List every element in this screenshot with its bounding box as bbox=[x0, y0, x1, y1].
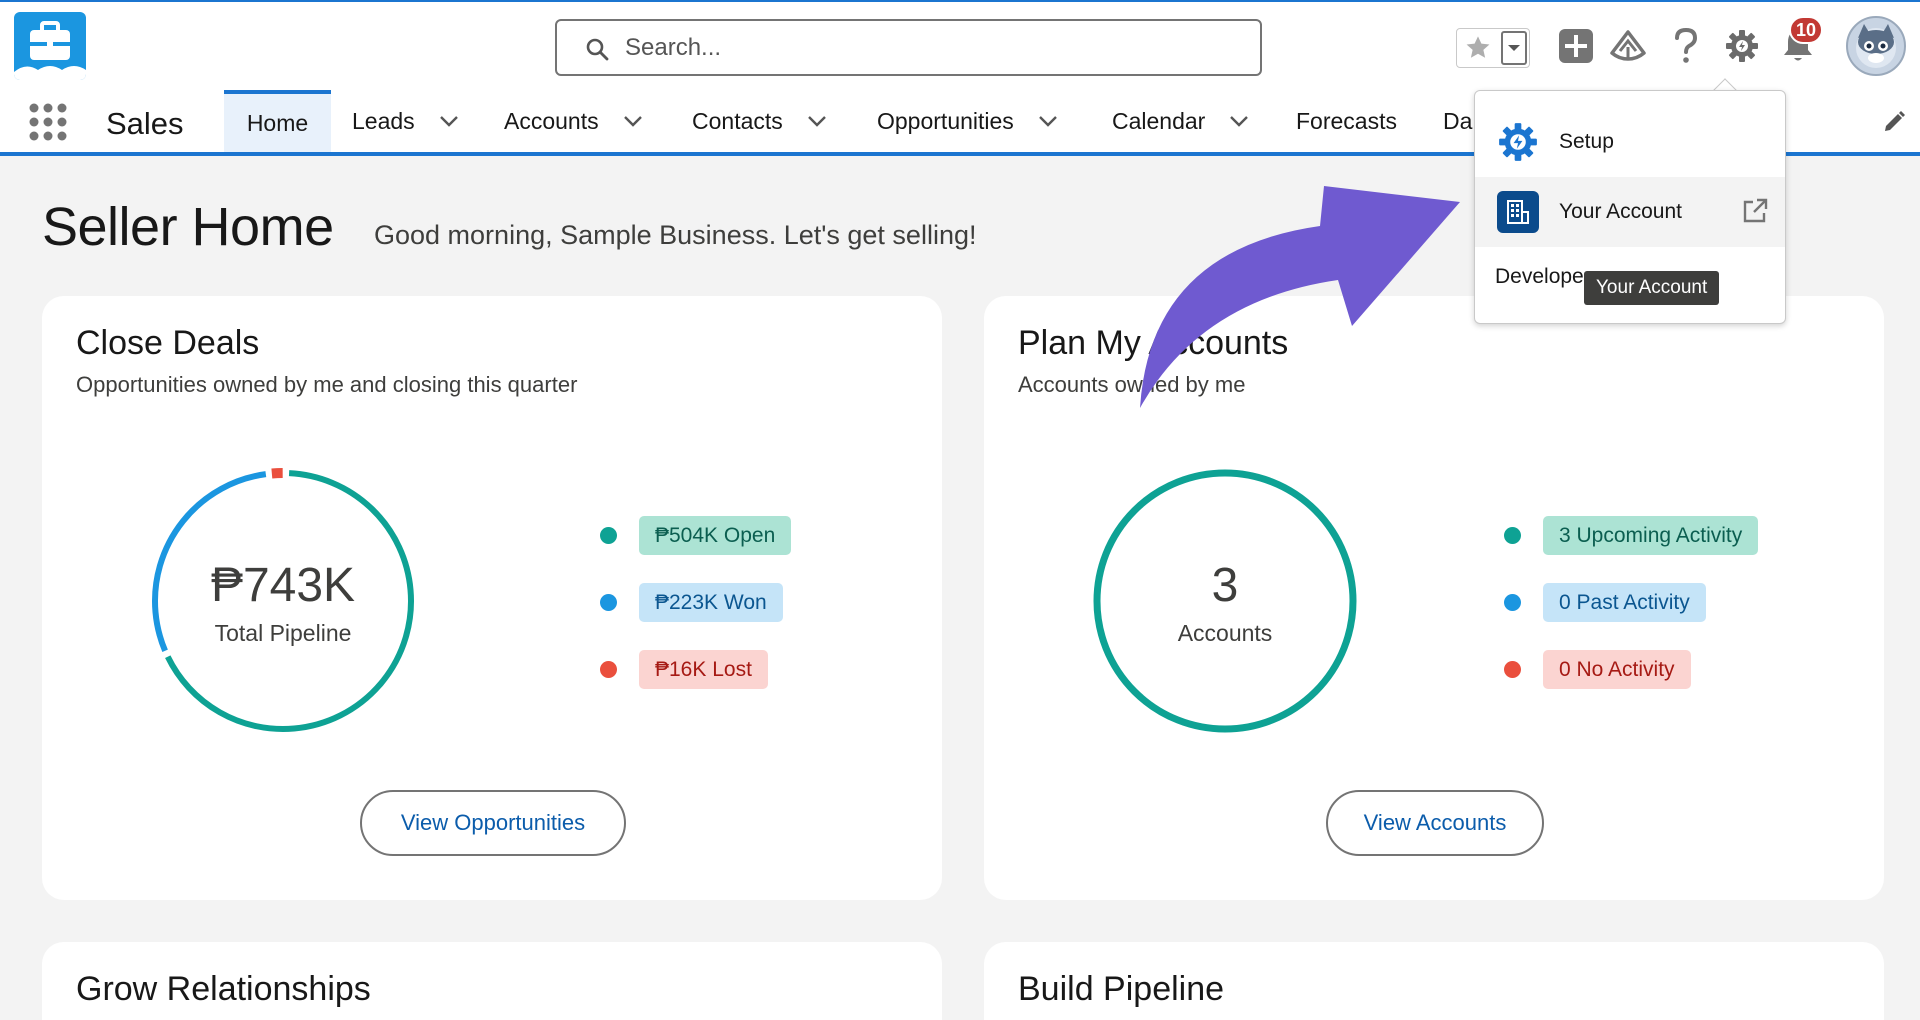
search-input[interactable] bbox=[625, 29, 1245, 67]
favorites-button-group bbox=[1456, 28, 1530, 68]
close-deals-card: Close Deals Opportunities owned by me an… bbox=[42, 296, 942, 900]
build-pipeline-card: Build Pipeline bbox=[984, 942, 1884, 1020]
menu-item-your-account[interactable]: Your Account bbox=[1475, 177, 1785, 247]
legend-dot bbox=[1504, 527, 1521, 544]
card-title: Grow Relationships bbox=[76, 970, 371, 1008]
global-header: 10 bbox=[0, 0, 1920, 90]
page-title: Seller Home bbox=[42, 197, 334, 257]
legend-chip: ₱16K Lost bbox=[639, 650, 768, 689]
app-launcher-waffle-icon bbox=[29, 103, 67, 141]
legend-dot bbox=[600, 594, 617, 611]
search-icon bbox=[586, 38, 609, 61]
total-pipeline-value: ₱743K bbox=[210, 559, 356, 612]
tab-accounts[interactable]: Accounts bbox=[504, 90, 643, 152]
menu-item-label: Your Account bbox=[1559, 200, 1682, 223]
menu-item-label: Setup bbox=[1559, 130, 1614, 153]
legend-won: ₱223K Won bbox=[600, 583, 783, 622]
edit-nav-pencil-icon[interactable] bbox=[1882, 110, 1906, 134]
card-title: Build Pipeline bbox=[1018, 970, 1225, 1008]
trailhead-button[interactable] bbox=[1606, 24, 1650, 68]
accounts-label: Accounts bbox=[1177, 620, 1273, 646]
favorites-dropdown-button[interactable] bbox=[1501, 31, 1527, 65]
tab-label: Contacts bbox=[692, 107, 783, 134]
avatar[interactable] bbox=[1846, 16, 1906, 76]
tab-contacts[interactable]: Contacts bbox=[692, 90, 827, 152]
menu-item-label: Develope bbox=[1495, 265, 1584, 288]
plus-icon bbox=[1559, 29, 1593, 63]
tab-home[interactable]: Home bbox=[224, 90, 331, 152]
grow-relationships-card: Grow Relationships bbox=[42, 942, 942, 1020]
legend-dot bbox=[600, 527, 617, 544]
chevron-down-icon bbox=[1508, 45, 1520, 51]
setup-gear-button[interactable] bbox=[1720, 24, 1764, 68]
global-actions-button[interactable] bbox=[1554, 24, 1598, 68]
chevron-down-icon[interactable] bbox=[439, 115, 459, 127]
view-opportunities-button[interactable]: View Opportunities bbox=[360, 790, 626, 856]
tab-label: Home bbox=[246, 109, 309, 136]
legend-no-activity: 0 No Activity bbox=[1504, 650, 1691, 689]
tab-label: Accounts bbox=[504, 107, 599, 134]
external-link-icon bbox=[1743, 198, 1768, 223]
app-name: Sales bbox=[106, 106, 184, 141]
legend-upcoming: 3 Upcoming Activity bbox=[1504, 516, 1759, 555]
help-icon bbox=[1675, 27, 1698, 63]
tab-label: Opportunities bbox=[877, 107, 1014, 134]
total-pipeline-label: Total Pipeline bbox=[214, 620, 352, 646]
chevron-down-icon[interactable] bbox=[1038, 115, 1058, 127]
building-icon bbox=[1497, 191, 1539, 233]
card-title: Close Deals bbox=[76, 324, 260, 362]
legend-chip: 0 Past Activity bbox=[1543, 583, 1706, 622]
legend-chip: 3 Upcoming Activity bbox=[1543, 516, 1759, 555]
legend-dot bbox=[600, 661, 617, 678]
greeting-text: Good morning, Sample Business. Let's get… bbox=[374, 220, 977, 250]
legend-past: 0 Past Activity bbox=[1504, 583, 1706, 622]
favorite-star-button[interactable] bbox=[1457, 29, 1499, 67]
briefcase-app-icon[interactable] bbox=[14, 12, 86, 80]
tab-label: Leads bbox=[352, 107, 415, 134]
legend-chip: 0 No Activity bbox=[1543, 650, 1691, 689]
legend-dot bbox=[1504, 661, 1521, 678]
chevron-down-icon[interactable] bbox=[807, 115, 827, 127]
annotation-arrow bbox=[1140, 186, 1460, 408]
chevron-down-icon[interactable] bbox=[623, 115, 643, 127]
notification-count-badge: 10 bbox=[1789, 16, 1823, 44]
legend-dot bbox=[1504, 594, 1521, 611]
view-accounts-button[interactable]: View Accounts bbox=[1326, 790, 1544, 856]
tab-leads[interactable]: Leads bbox=[352, 90, 459, 152]
menu-item-setup[interactable]: Setup bbox=[1475, 107, 1785, 177]
app-launcher-button[interactable] bbox=[28, 102, 68, 142]
help-button[interactable] bbox=[1664, 24, 1708, 68]
legend-chip: ₱504K Open bbox=[639, 516, 792, 555]
chevron-down-icon[interactable] bbox=[1229, 115, 1249, 127]
legend-open: ₱504K Open bbox=[600, 516, 792, 555]
star-icon bbox=[1466, 36, 1490, 58]
trailhead-icon bbox=[1610, 30, 1646, 61]
legend-chip: ₱223K Won bbox=[639, 583, 783, 622]
tab-opportunities[interactable]: Opportunities bbox=[877, 90, 1058, 152]
global-search[interactable] bbox=[555, 19, 1262, 76]
setup-gear-icon bbox=[1497, 121, 1539, 163]
legend-lost: ₱16K Lost bbox=[600, 650, 768, 689]
gear-icon bbox=[1726, 30, 1758, 62]
card-subtitle: Opportunities owned by me and closing th… bbox=[76, 372, 578, 397]
your-account-tooltip: Your Account bbox=[1584, 271, 1720, 305]
accounts-count: 3 bbox=[1211, 559, 1239, 612]
